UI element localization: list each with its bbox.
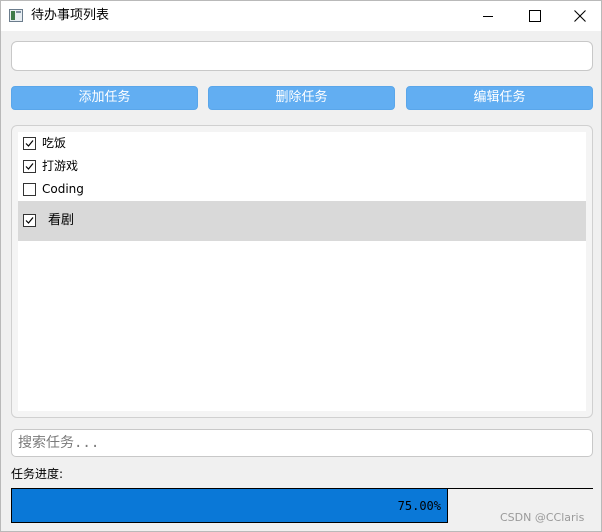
task-label: 吃饭 [42, 136, 67, 150]
task-checkbox[interactable] [23, 183, 36, 196]
progress-value: 75.00% [397, 499, 441, 513]
edit-task-button[interactable]: 编辑任务 [406, 86, 593, 110]
task-checkbox[interactable] [23, 214, 36, 227]
task-label: 看剧 [48, 213, 75, 228]
progress-fill: 75.00% [11, 489, 448, 523]
app-icon [9, 9, 23, 22]
delete-task-button[interactable]: 删除任务 [208, 86, 395, 110]
task-checkbox[interactable] [23, 160, 36, 173]
task-label: Coding [42, 182, 84, 196]
task-row[interactable]: 打游戏 [18, 155, 586, 178]
search-input[interactable]: 搜索任务... [11, 429, 593, 457]
close-icon [574, 10, 586, 22]
main-window: 待办事项列表 添加任务 删除任务 编辑任务 吃饭 打游戏 Coding 看剧 搜… [0, 0, 602, 532]
maximize-button[interactable] [511, 1, 557, 31]
add-task-button[interactable]: 添加任务 [11, 86, 198, 110]
check-icon [25, 217, 34, 224]
check-icon [25, 140, 34, 147]
minimize-button[interactable] [465, 1, 511, 31]
check-icon [25, 163, 34, 170]
title-bar[interactable]: 待办事项列表 [1, 1, 601, 31]
task-row[interactable]: Coding [18, 178, 586, 201]
window-title: 待办事项列表 [31, 8, 110, 23]
progress-label: 任务进度: [11, 467, 64, 481]
search-placeholder: 搜索任务... [18, 435, 100, 451]
watermark: CSDN @CClaris [500, 511, 585, 524]
task-label: 打游戏 [42, 159, 79, 173]
task-row-selected[interactable]: 看剧 [18, 201, 586, 241]
task-list-frame: 吃饭 打游戏 Coding 看剧 [11, 125, 593, 418]
task-input[interactable] [11, 41, 593, 71]
task-list[interactable]: 吃饭 打游戏 Coding 看剧 [18, 132, 586, 411]
close-button[interactable] [557, 1, 602, 31]
task-checkbox[interactable] [23, 137, 36, 150]
task-row[interactable]: 吃饭 [18, 132, 586, 155]
